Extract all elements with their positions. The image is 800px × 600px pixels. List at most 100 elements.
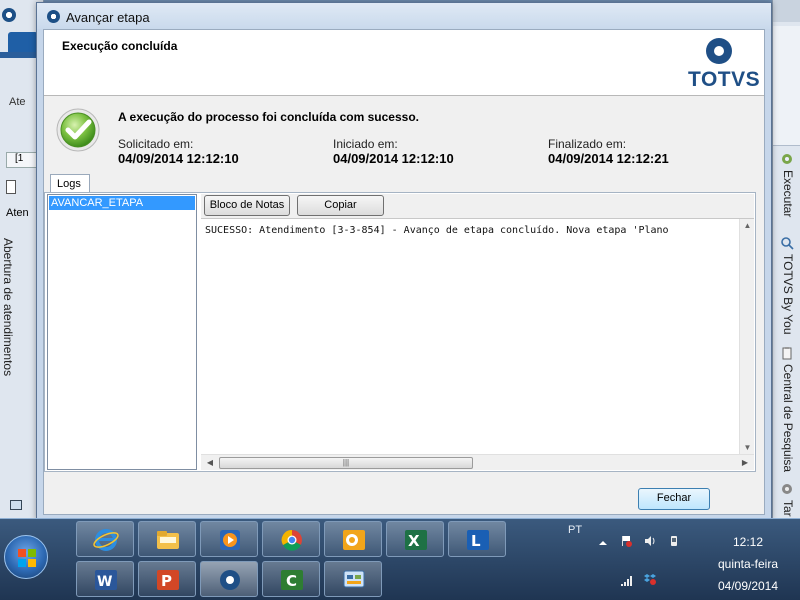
gear-icon	[782, 154, 792, 164]
background-panel	[773, 26, 800, 146]
log-detail-pane: Bloco de Notas Copiar SUCESSO: Atendimen…	[201, 194, 754, 470]
totvs-app-icon	[47, 10, 60, 23]
scroll-thumb[interactable]: |||	[219, 457, 473, 469]
requested-label: Solicitado em:	[118, 137, 194, 151]
volume-icon[interactable]	[644, 535, 656, 547]
started-label: Iniciado em:	[333, 137, 398, 151]
taskbar-app-lync[interactable]: L	[448, 521, 506, 557]
clipboard-icon	[782, 347, 792, 360]
avancar-etapa-dialog: Avançar etapa Execução concluída TOTVS A…	[36, 2, 772, 520]
background-window-right: Executar TOTVS By You Central de Pesquis…	[772, 0, 800, 518]
log-text-area[interactable]: SUCESSO: Atendimento [3-3-854] - Avanço …	[201, 218, 754, 470]
scroll-right-icon[interactable]: ▶	[738, 456, 752, 470]
taskbar-app-media-player[interactable]	[200, 521, 258, 557]
side-tab-central-pesquisa[interactable]: Central de Pesquisa	[774, 346, 800, 472]
svg-text:P: P	[161, 572, 172, 590]
finished-value: 04/09/2014 12:12:21	[548, 151, 669, 166]
clock-time: 12:12	[732, 535, 764, 549]
background-window-close-area[interactable]	[773, 0, 800, 22]
totvs-logo-mark	[706, 38, 732, 64]
list-item[interactable]: AVANCAR_ETAPA	[49, 196, 195, 210]
control-panel-icon	[343, 570, 365, 588]
success-message: A execução do processo foi concluída com…	[118, 110, 419, 124]
scroll-up-icon[interactable]: ▲	[740, 219, 755, 233]
requested-time: Solicitado em: 04/09/2014 12:12:10	[118, 137, 239, 166]
side-tab-executar[interactable]: Executar	[774, 152, 800, 232]
device-icon[interactable]	[668, 535, 680, 547]
taskbar-app-excel[interactable]: X	[386, 521, 444, 557]
notepad-button[interactable]: Bloco de Notas	[204, 195, 290, 216]
taskbar-app-windows-explorer[interactable]	[138, 521, 196, 557]
background-tab[interactable]	[8, 32, 38, 52]
side-tab-label: Executar	[781, 170, 795, 218]
computer-icon[interactable]	[10, 500, 22, 510]
start-button[interactable]	[4, 535, 48, 579]
logs-panel: AVANCAR_ETAPA Bloco de Notas Copiar SUCE…	[44, 192, 756, 472]
side-tab-label: TOTVS By You	[781, 254, 795, 335]
taskbar-app-internet-explorer[interactable]	[76, 521, 134, 557]
scroll-left-icon[interactable]: ◀	[203, 456, 217, 470]
log-list[interactable]: AVANCAR_ETAPA	[47, 194, 197, 470]
app-icon	[2, 8, 16, 22]
finished-time: Finalizado em: 04/09/2014 12:12:21	[548, 137, 669, 166]
svg-text:X: X	[408, 532, 420, 550]
svg-text:L: L	[471, 532, 481, 550]
side-tab-totvs-by-you[interactable]: TOTVS By You	[774, 236, 800, 335]
clock-date: 04/09/2014	[717, 579, 779, 593]
started-value: 04/09/2014 12:12:10	[333, 151, 454, 166]
outlook-icon	[343, 530, 365, 550]
clock-weekday: quinta-feira	[717, 557, 779, 571]
taskbar-app-chrome[interactable]	[262, 521, 320, 557]
lync-icon: L	[467, 530, 489, 550]
background-tab-item[interactable]: [1	[6, 152, 38, 168]
taskbar-app-totvs[interactable]	[200, 561, 258, 597]
started-time: Iniciado em: 04/09/2014 12:12:10	[333, 137, 454, 166]
background-label-aten: Aten	[6, 207, 29, 219]
close-button[interactable]: Fechar	[638, 488, 710, 510]
horizontal-scrollbar[interactable]: ◀ ||| ▶	[201, 454, 754, 470]
taskbar-app-word[interactable]: W	[76, 561, 134, 597]
tab-logs[interactable]: Logs	[50, 174, 90, 193]
side-tab-tar[interactable]: Tar	[774, 482, 800, 518]
search-icon	[781, 237, 794, 250]
vertical-scrollbar[interactable]: ▲ ▼	[739, 219, 754, 455]
language-indicator[interactable]: PT	[568, 524, 582, 536]
taskbar-app-powerpoint[interactable]: P	[138, 561, 196, 597]
taskbar-app-outlook[interactable]	[324, 521, 382, 557]
dialog-header: Execução concluída TOTVS	[44, 30, 764, 96]
side-tab-label: Tar	[781, 500, 795, 517]
requested-value: 04/09/2014 12:12:10	[118, 151, 239, 166]
totvs-logo: TOTVS	[684, 36, 760, 92]
success-check-icon	[56, 108, 100, 152]
dialog-titlebar[interactable]: Avançar etapa	[37, 3, 771, 29]
media-player-icon	[220, 530, 240, 550]
camtasia-icon: C	[281, 570, 303, 590]
gear-icon	[782, 484, 792, 494]
dialog-title: Avançar etapa	[66, 10, 150, 25]
totvs-icon	[220, 570, 240, 590]
system-clock[interactable]: 12:12 quinta-feira 04/09/2014	[700, 531, 796, 597]
log-text-line: SUCESSO: Atendimento [3-3-854] - Avanço …	[205, 225, 669, 236]
word-icon: W	[95, 570, 117, 590]
flag-alert-icon[interactable]	[620, 535, 632, 547]
dropbox-icon[interactable]	[644, 573, 656, 585]
svg-text:C: C	[286, 572, 297, 590]
taskbar-app-control-panel[interactable]	[324, 561, 382, 597]
powerpoint-icon: P	[157, 570, 179, 590]
dialog-body: Execução concluída TOTVS A execução do p…	[43, 29, 765, 515]
show-hidden-icons-icon[interactable]	[597, 537, 609, 549]
chrome-icon	[281, 529, 302, 551]
copy-button[interactable]: Copiar	[297, 195, 384, 216]
vertical-tab-label: Abertura de atendimentos	[1, 238, 15, 377]
taskbar-app-camtasia[interactable]: C	[262, 561, 320, 597]
finished-label: Finalizado em:	[548, 137, 627, 151]
network-signal-icon[interactable]	[620, 575, 632, 587]
header-title: Execução concluída	[62, 39, 178, 53]
excel-icon: X	[405, 530, 427, 550]
side-tab-label: Central de Pesquisa	[781, 364, 795, 473]
document-icon[interactable]	[6, 180, 16, 194]
windows-logo-icon	[18, 549, 36, 567]
taskbar: X L W P C PT 12:12 quinta-feira 04/09/20…	[0, 518, 800, 600]
vertical-tab-abertura[interactable]: Abertura de atendimentos	[1, 238, 16, 478]
scroll-down-icon[interactable]: ▼	[740, 441, 755, 455]
